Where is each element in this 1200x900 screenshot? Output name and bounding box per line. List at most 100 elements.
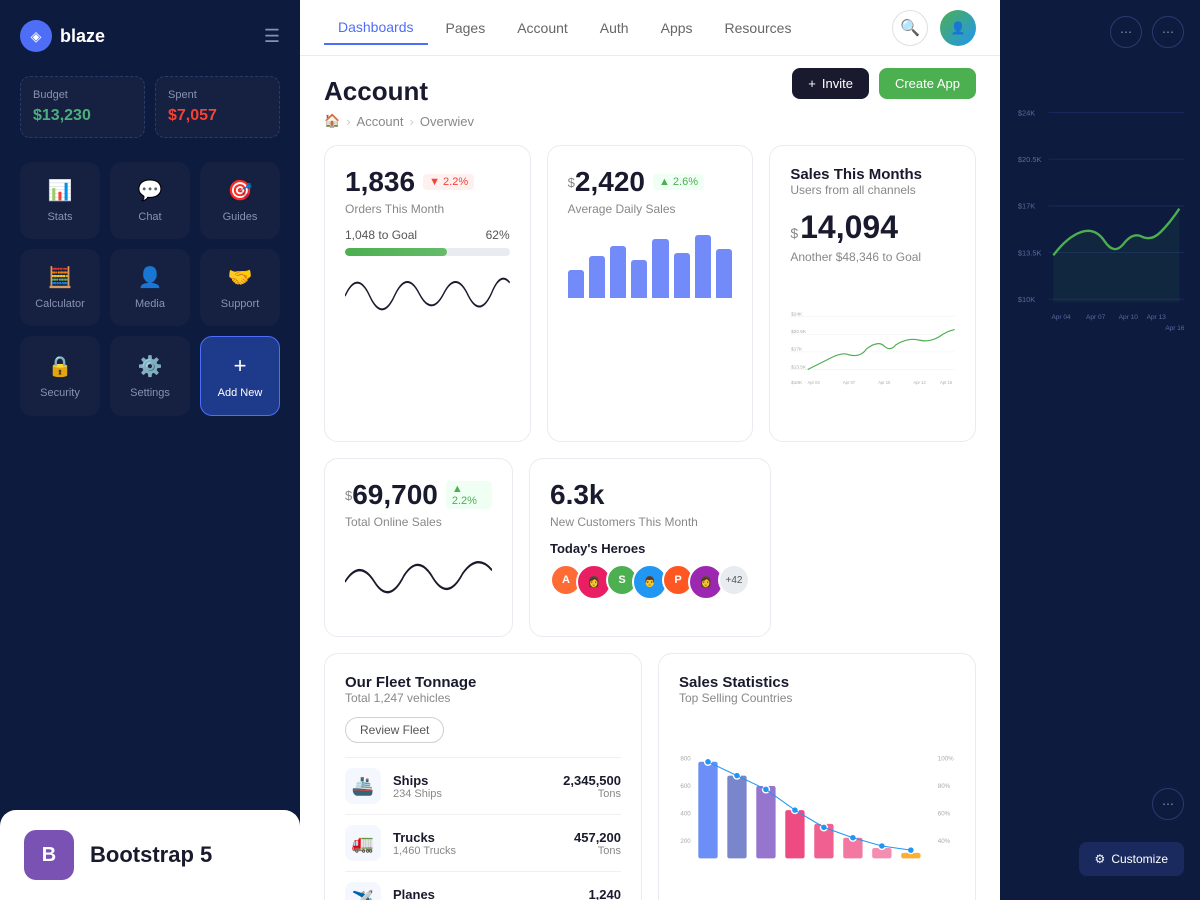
sidebar-label-stats: Stats xyxy=(47,211,72,223)
sidebar-label-support: Support xyxy=(221,298,260,310)
spent-amount: $7,057 xyxy=(168,107,267,125)
tab-apps[interactable]: Apps xyxy=(647,12,707,44)
top-nav: Dashboards Pages Account Auth Apps Resou… xyxy=(300,0,1000,56)
svg-text:$20.5K: $20.5K xyxy=(792,329,808,334)
sales-stats-title: Sales Statistics xyxy=(679,674,955,691)
sidebar-item-support[interactable]: 🤝 Support xyxy=(200,249,280,326)
stats-icon: 📊 xyxy=(48,178,73,203)
orders-badge: ▼ 2.2% xyxy=(423,174,474,190)
main-inner: Dashboards Pages Account Auth Apps Resou… xyxy=(300,0,1000,900)
trucks-amount: 457,200 Tons xyxy=(574,830,621,857)
spent-label: Spent xyxy=(168,89,267,101)
hero-count: +42 xyxy=(718,564,750,596)
add-new-icon: + xyxy=(234,353,247,379)
sidebar-header: ◈ blaze ☰ xyxy=(20,20,280,52)
total-online-card: $ 69,700 ▲ 2.2% Total Online Sales xyxy=(324,458,513,637)
right-panel-header: ⋯ ⋯ xyxy=(1016,16,1184,48)
sidebar-item-security[interactable]: 🔒 Security xyxy=(20,336,100,416)
svg-text:Apr 04: Apr 04 xyxy=(1051,314,1071,321)
customers-value: 6.3k xyxy=(550,479,605,511)
menu-icon[interactable]: ☰ xyxy=(264,26,280,47)
sidebar-item-calculator[interactable]: 🧮 Calculator xyxy=(20,249,100,326)
svg-text:$17K: $17K xyxy=(1018,202,1035,211)
orders-progress: 1,048 to Goal 62% xyxy=(345,228,510,256)
svg-text:80%: 80% xyxy=(938,783,951,790)
sales-chart-container: $24K $20.5K $17K $13.5K $10K Apr 04 Apr … xyxy=(790,272,955,421)
right-icon1[interactable]: ⋯ xyxy=(1110,16,1142,48)
heroes-section: Today's Heroes A 👩 S 👨 P 👩 +42 xyxy=(550,541,750,600)
security-icon: 🔒 xyxy=(48,354,73,379)
svg-text:100%: 100% xyxy=(938,755,954,762)
trucks-name: Trucks xyxy=(393,830,574,845)
planes-name: Planes xyxy=(393,887,588,900)
tab-pages[interactable]: Pages xyxy=(432,12,500,44)
chat-icon: 💬 xyxy=(138,178,163,203)
svg-text:200: 200 xyxy=(680,838,691,845)
tab-resources[interactable]: Resources xyxy=(711,12,806,44)
sales-stats-chart: 800 600 400 200 xyxy=(679,717,955,900)
right-icon2[interactable]: ⋯ xyxy=(1152,16,1184,48)
sidebar-item-chat[interactable]: 💬 Chat xyxy=(110,162,190,239)
svg-text:40%: 40% xyxy=(938,838,951,845)
svg-text:Apr 10: Apr 10 xyxy=(1119,314,1139,321)
budget-amount: $13,230 xyxy=(33,107,132,125)
bar2 xyxy=(589,256,605,298)
planes-icon: ✈️ xyxy=(345,882,381,900)
right-icon3-area: ⋯ xyxy=(1000,788,1200,820)
search-button[interactable]: 🔍 xyxy=(892,10,928,46)
sidebar-item-guides[interactable]: 🎯 Guides xyxy=(200,162,280,239)
sales-stats-card: Sales Statistics Top Selling Countries 8… xyxy=(658,653,976,900)
total-prefix: $ xyxy=(345,488,352,503)
heroes-avatars: A 👩 S 👨 P 👩 +42 xyxy=(550,564,750,600)
breadcrumb-overview: Overwiev xyxy=(420,114,474,129)
sales-month-card: Sales This Months Users from all channel… xyxy=(769,145,976,442)
bootstrap-badge: B Bootstrap 5 xyxy=(0,810,300,900)
bar3 xyxy=(610,246,626,299)
trucks-info: Trucks 1,460 Trucks xyxy=(393,830,574,857)
sales-value: 14,094 xyxy=(800,209,898,246)
user-avatar[interactable]: 👤 xyxy=(940,10,976,46)
invite-plus-icon: + xyxy=(808,76,816,91)
customize-label: Customize xyxy=(1111,852,1168,866)
goal-text: 1,048 to Goal xyxy=(345,228,417,242)
right-panel-inner: ⋯ ⋯ $24K $20.5K $17K $13.5K $10K Apr 04 … xyxy=(1000,0,1200,900)
sidebar-item-add-new[interactable]: + Add New xyxy=(200,336,280,416)
sidebar-item-settings[interactable]: ⚙️ Settings xyxy=(110,336,190,416)
sidebar-item-stats[interactable]: 📊 Stats xyxy=(20,162,100,239)
ships-name: Ships xyxy=(393,773,563,788)
trucks-unit: Tons xyxy=(574,845,621,857)
review-fleet-button[interactable]: Review Fleet xyxy=(345,717,444,743)
heroes-title: Today's Heroes xyxy=(550,541,750,556)
customize-icon: ⚙ xyxy=(1095,852,1106,866)
customers-label: New Customers This Month xyxy=(550,515,750,529)
right-icon3[interactable]: ⋯ xyxy=(1152,788,1184,820)
fleet-item-planes: ✈️ Planes 8 Aircrafts 1,240 Tons xyxy=(345,871,621,900)
trucks-value: 457,200 xyxy=(574,830,621,845)
sidebar-label-security: Security xyxy=(40,387,80,399)
svg-text:$10K: $10K xyxy=(1018,295,1035,304)
svg-text:$24K: $24K xyxy=(792,311,804,316)
total-badge: ▲ 2.2% xyxy=(446,481,492,509)
sidebar-label-guides: Guides xyxy=(223,211,258,223)
budget-cards: Budget $13,230 Spent $7,057 xyxy=(20,76,280,138)
sidebar-label-add-new: Add New xyxy=(218,387,263,399)
svg-text:60%: 60% xyxy=(938,811,951,818)
sidebar-label-calculator: Calculator xyxy=(35,298,85,310)
tab-auth[interactable]: Auth xyxy=(586,12,643,44)
bootstrap-label: Bootstrap 5 xyxy=(90,842,212,868)
top-nav-actions: 🔍 👤 xyxy=(892,10,976,46)
svg-text:$17K: $17K xyxy=(792,347,804,352)
tab-account[interactable]: Account xyxy=(503,12,582,44)
sidebar-item-media[interactable]: 👤 Media xyxy=(110,249,190,326)
sales-stats-sub: Top Selling Countries xyxy=(679,691,955,705)
media-icon: 👤 xyxy=(138,265,163,290)
svg-text:Apr 07: Apr 07 xyxy=(843,380,856,385)
customize-button[interactable]: ⚙ Customize xyxy=(1079,842,1184,876)
calculator-icon: 🧮 xyxy=(48,265,73,290)
svg-text:Apr 07: Apr 07 xyxy=(1086,314,1106,321)
svg-text:$13.5K: $13.5K xyxy=(1018,248,1042,257)
tab-dashboards[interactable]: Dashboards xyxy=(324,11,428,45)
invite-button[interactable]: + Invite xyxy=(792,68,869,99)
brand: ◈ blaze xyxy=(20,20,105,52)
create-app-button[interactable]: Create App xyxy=(879,68,976,99)
